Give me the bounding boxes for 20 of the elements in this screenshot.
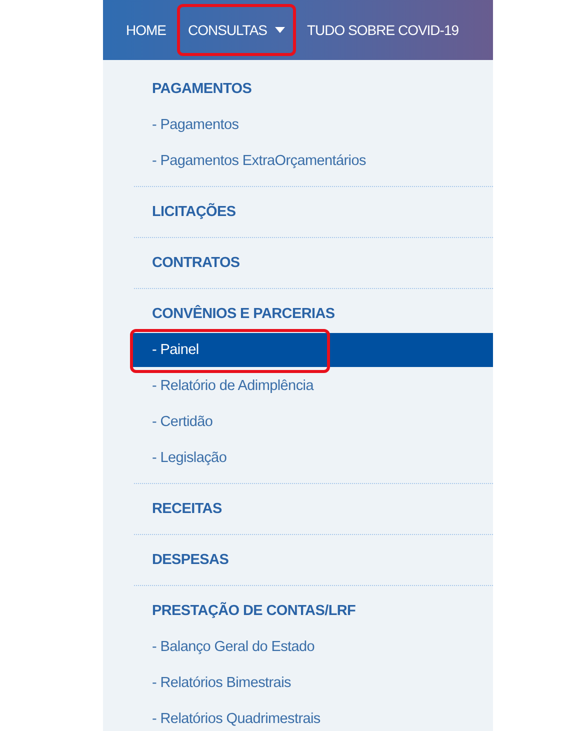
menu-item[interactable]: - Legislação (103, 440, 493, 476)
menu-item[interactable]: - Painel (131, 333, 493, 367)
menu-item[interactable]: - Relatório de Adimplência (103, 368, 493, 404)
menu-item[interactable]: - Balanço Geral do Estado (103, 629, 493, 665)
menu-item[interactable]: - Certidão (103, 404, 493, 440)
menu-heading[interactable]: LICITAÇÕES (103, 194, 493, 230)
menu-item[interactable]: - Pagamentos (103, 107, 493, 143)
menu-item[interactable]: - Relatórios Bimestrais (103, 665, 493, 701)
nav-link[interactable]: TUDO SOBRE COVID-19 (296, 4, 470, 56)
menu-heading[interactable]: RECEITAS (103, 491, 493, 527)
menu-heading[interactable]: PAGAMENTOS (103, 71, 493, 107)
menu-heading[interactable]: DESPESAS (103, 542, 493, 578)
nav-link[interactable]: HOME (115, 4, 177, 56)
nav-link[interactable]: CONSULTAS (177, 4, 296, 56)
menu-heading[interactable]: CONVÊNIOS E PARCERIAS (103, 296, 493, 332)
menu-item[interactable]: - Pagamentos ExtraOrçamentários (103, 143, 493, 179)
menu-heading[interactable]: CONTRATOS (103, 245, 493, 281)
menu-item[interactable]: - Relatórios Quadrimestrais (103, 701, 493, 731)
menu-heading[interactable]: PRESTAÇÃO DE CONTAS/LRF (103, 593, 493, 629)
caret-icon (275, 27, 285, 33)
